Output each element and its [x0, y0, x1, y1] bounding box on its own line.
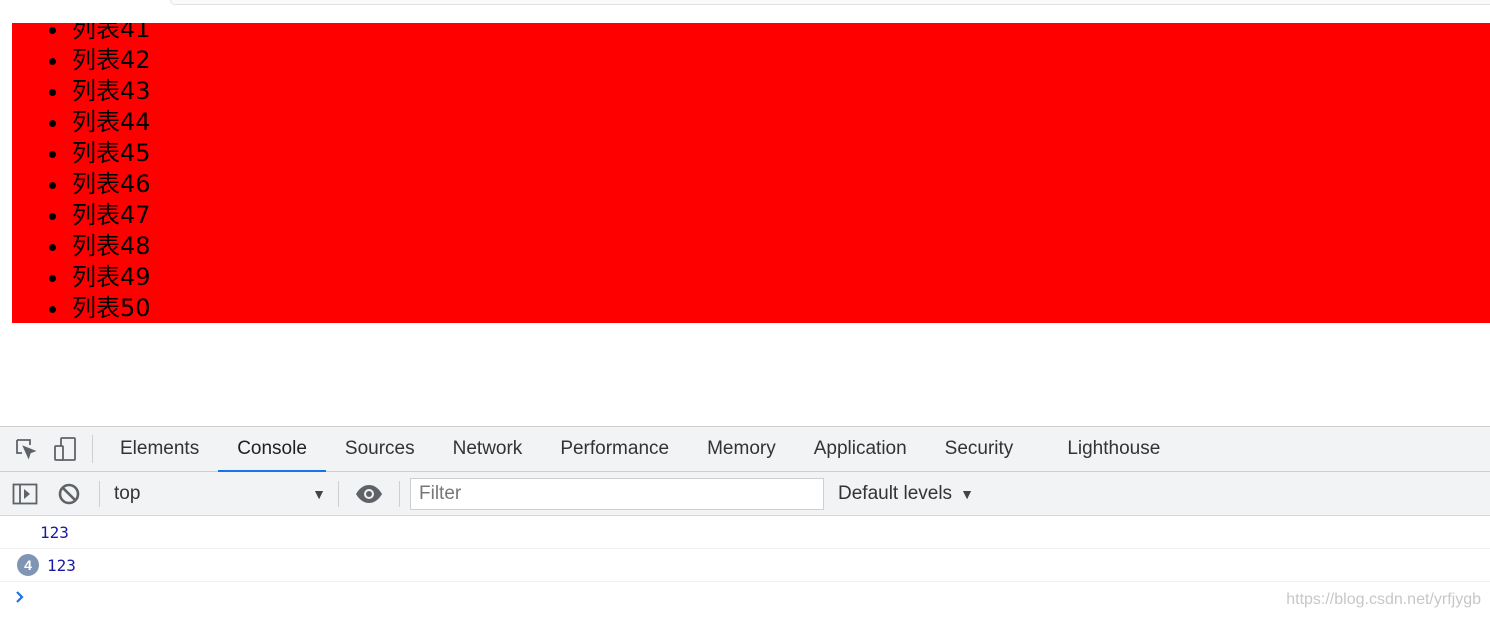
- tab-elements[interactable]: Elements: [101, 427, 218, 471]
- inspect-element-icon[interactable]: [6, 427, 46, 471]
- page-viewport: 列表41 列表42 列表43 列表44 列表45 列表46 列表47 列表48 …: [0, 0, 1490, 426]
- list-item: 列表50: [12, 293, 151, 323]
- console-toolbar: top ▼ Default levels ▼: [0, 472, 1490, 516]
- red-list-container: 列表41 列表42 列表43 列表44 列表45 列表46 列表47 列表48 …: [12, 23, 1490, 323]
- page-edge: [170, 0, 1490, 5]
- chevron-right-icon: [14, 590, 26, 609]
- tab-console[interactable]: Console: [218, 427, 326, 472]
- repeat-count-badge: 4: [17, 554, 39, 576]
- live-expression-icon[interactable]: [347, 472, 391, 515]
- console-prompt[interactable]: [0, 582, 1490, 616]
- list-item: 列表43: [12, 76, 151, 107]
- console-message-text: 123: [40, 522, 69, 542]
- tab-sources[interactable]: Sources: [326, 427, 434, 471]
- list-item: 列表48: [12, 231, 151, 262]
- dropdown-caret-icon: ▼: [960, 485, 974, 502]
- clear-console-icon[interactable]: [47, 472, 91, 515]
- tab-lighthouse[interactable]: Lighthouse: [1048, 427, 1179, 471]
- toolbar-divider: [399, 480, 400, 507]
- tab-performance[interactable]: Performance: [541, 427, 688, 471]
- tab-network[interactable]: Network: [434, 427, 542, 471]
- console-sidebar-icon[interactable]: [3, 472, 47, 515]
- tab-memory[interactable]: Memory: [688, 427, 795, 471]
- dropdown-caret-icon: ▼: [312, 485, 326, 502]
- log-levels-label: Default levels: [838, 482, 953, 504]
- context-selector[interactable]: top ▼: [108, 472, 330, 515]
- filter-input[interactable]: [410, 477, 824, 510]
- list-item: 列表41: [12, 23, 151, 45]
- console-output: 123 4 123 https://blog.csdn.net/yrfjygb: [0, 516, 1490, 617]
- list-item: 列表49: [12, 262, 151, 293]
- context-value: top: [114, 482, 141, 504]
- list-item: 列表46: [12, 169, 151, 200]
- list-item: 列表47: [12, 200, 151, 231]
- watermark: https://blog.csdn.net/yrfjygb: [1286, 591, 1481, 608]
- toolbar-divider: [92, 435, 93, 463]
- console-message: 123: [0, 516, 1490, 549]
- toolbar-divider: [338, 480, 339, 507]
- console-message-text: 123: [47, 555, 76, 575]
- device-toolbar-icon[interactable]: [46, 427, 86, 471]
- log-levels-dropdown[interactable]: Default levels ▼: [838, 483, 974, 505]
- devtools-tabbar: Elements Console Sources Network Perform…: [0, 427, 1490, 472]
- item-list: 列表41 列表42 列表43 列表44 列表45 列表46 列表47 列表48 …: [12, 23, 151, 323]
- list-item: 列表45: [12, 138, 151, 169]
- toolbar-divider: [99, 480, 100, 507]
- list-item: 列表44: [12, 107, 151, 138]
- devtools-panel: Elements Console Sources Network Perform…: [0, 426, 1490, 617]
- tab-security[interactable]: Security: [926, 427, 1033, 471]
- console-message: 4 123: [0, 549, 1490, 582]
- tab-application[interactable]: Application: [795, 427, 926, 471]
- list-item: 列表42: [12, 45, 151, 76]
